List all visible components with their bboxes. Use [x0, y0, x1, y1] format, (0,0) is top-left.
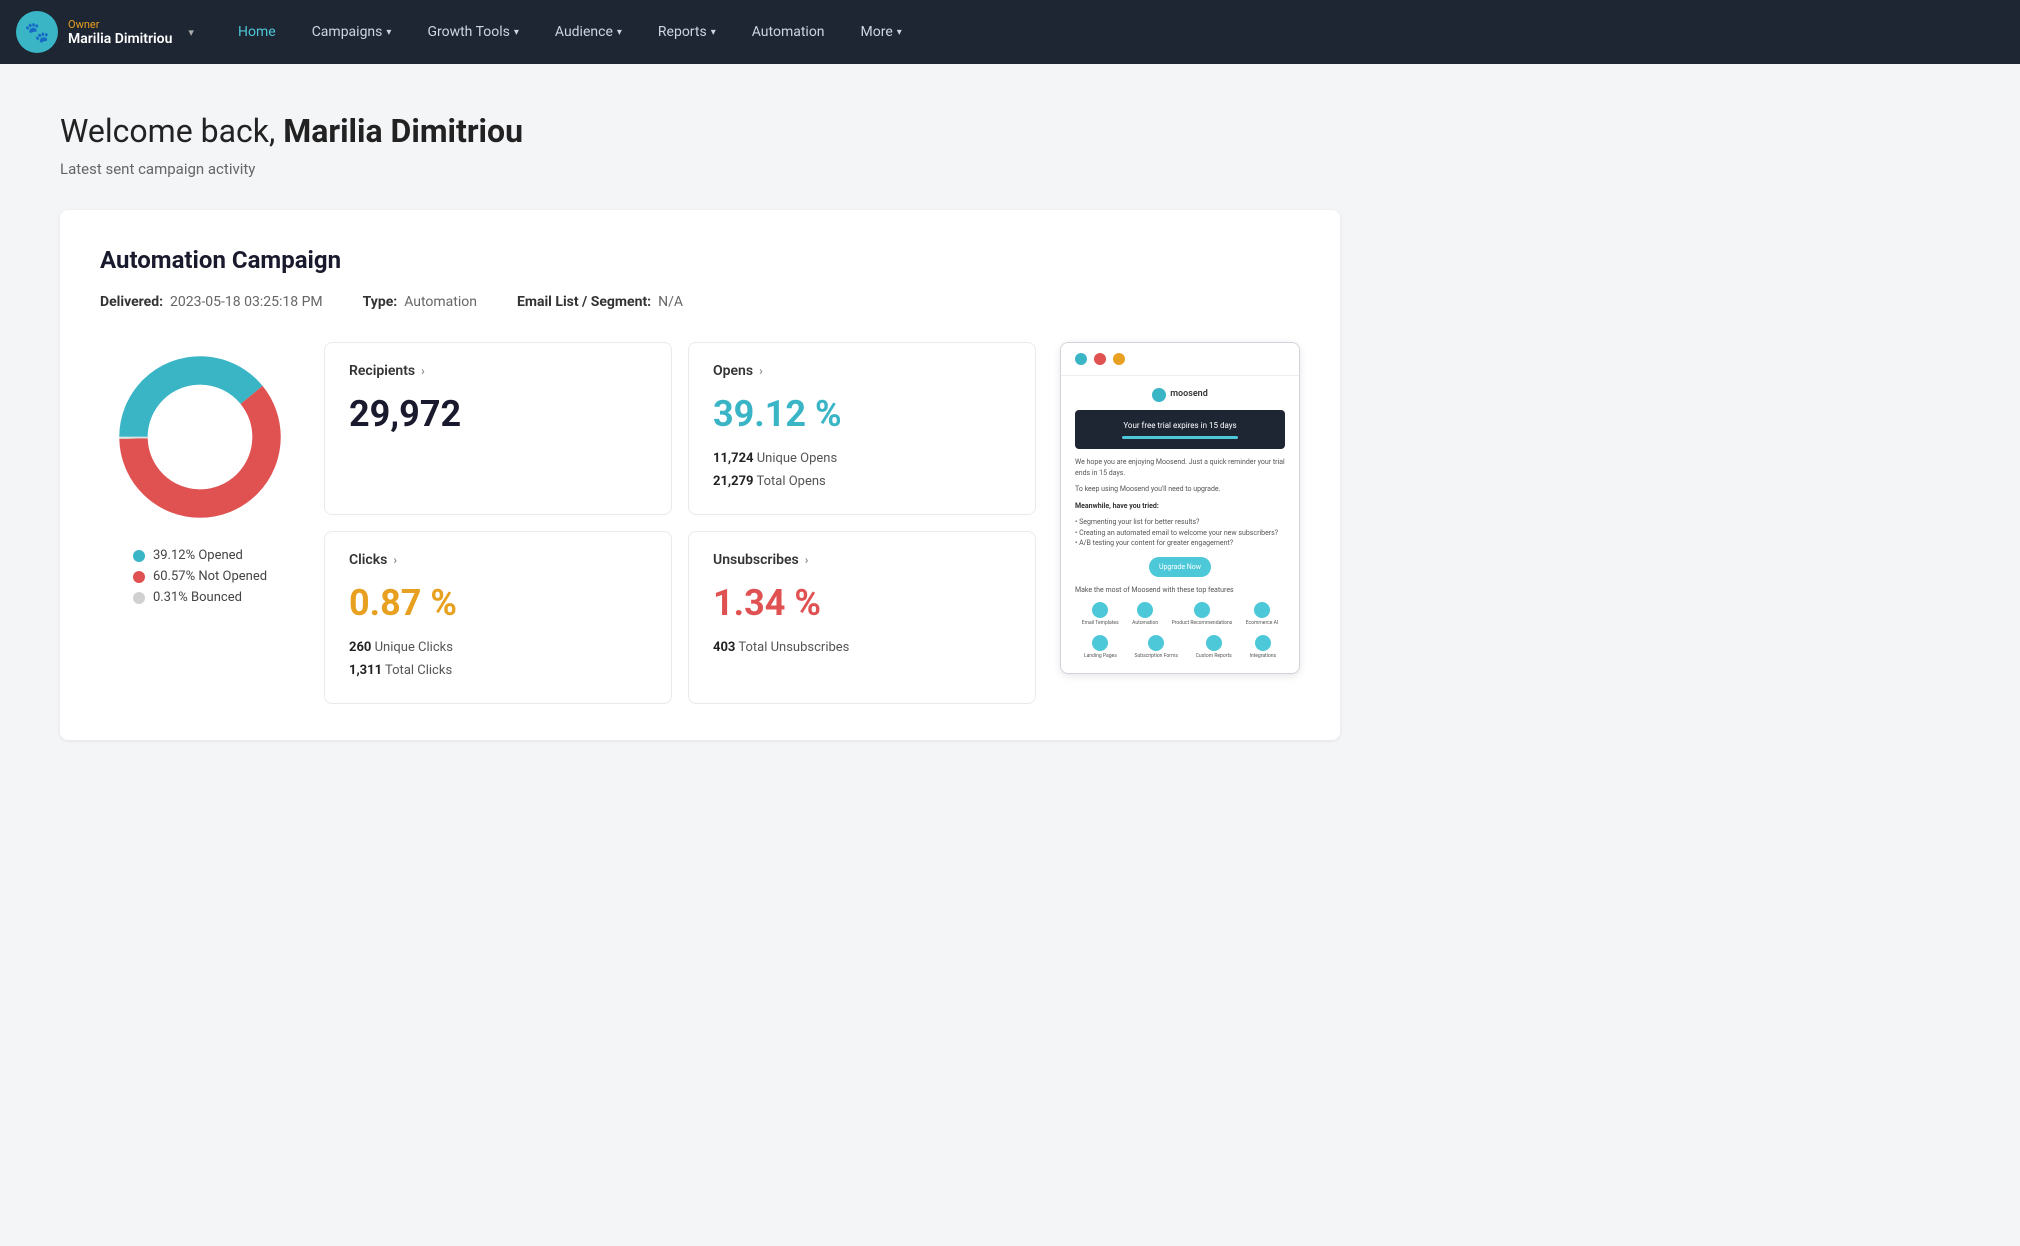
type-field: Type: Automation: [363, 294, 477, 310]
donut-legend: 39.12% Opened 60.57% Not Opened 0.31% Bo…: [133, 548, 267, 605]
templates-icon: [1092, 602, 1108, 618]
reports-arrow: ▾: [711, 27, 716, 38]
unsubscribes-sub: 403 Total Unsubscribes: [713, 636, 1011, 659]
stat-box-opens: Opens › 39.12 % 11,724 Unique Opens 21,2…: [688, 342, 1036, 515]
unsubscribes-value: 1.34 %: [713, 582, 1011, 624]
campaign-meta: Delivered: 2023-05-18 03:25:18 PM Type: …: [100, 294, 1300, 310]
delivered-field: Delivered: 2023-05-18 03:25:18 PM: [100, 294, 323, 310]
titlebar-dot-red: [1094, 353, 1106, 365]
recipients-header[interactable]: Recipients ›: [349, 363, 647, 379]
preview-icon-custom-reports: Custom Reports: [1196, 635, 1232, 661]
preview-icon-subscription: Subscription Forms: [1135, 635, 1178, 661]
donut-chart: [105, 342, 295, 532]
stats-area: 39.12% Opened 60.57% Not Opened 0.31% Bo…: [100, 342, 1300, 704]
nav-item-home[interactable]: Home: [220, 0, 294, 64]
email-preview-titlebar: [1061, 343, 1299, 376]
stat-box-recipients: Recipients › 29,972: [324, 342, 672, 515]
not-opened-dot: [133, 571, 145, 583]
campaign-card: Automation Campaign Delivered: 2023-05-1…: [60, 210, 1340, 740]
nav-item-audience[interactable]: Audience ▾: [537, 0, 640, 64]
preview-features-label: Make the most of Moosend with these top …: [1075, 585, 1285, 596]
opens-sub: 11,724 Unique Opens 21,279 Total Opens: [713, 447, 1011, 494]
preview-icon-recommendations: Product Recommendations: [1172, 602, 1233, 628]
custom-reports-icon: [1206, 635, 1222, 651]
preview-text-4: • Segmenting your list for better result…: [1075, 517, 1285, 549]
clicks-value: 0.87 %: [349, 582, 647, 624]
email-preview-body: moosend Your free trial expires in 15 da…: [1061, 376, 1299, 673]
preview-upgrade-btn[interactable]: Upgrade Now: [1149, 557, 1211, 578]
recommendations-icon: [1194, 602, 1210, 618]
nav-item-more[interactable]: More ▾: [843, 0, 920, 64]
legend-not-opened: 60.57% Not Opened: [133, 569, 267, 584]
campaign-title: Automation Campaign: [100, 246, 1300, 274]
nav-items: Home Campaigns ▾ Growth Tools ▾ Audience…: [220, 0, 2004, 64]
nav-item-automation[interactable]: Automation: [734, 0, 843, 64]
opens-header[interactable]: Opens ›: [713, 363, 1011, 379]
opens-value: 39.12 %: [713, 393, 1011, 435]
bounced-dot: [133, 592, 145, 604]
clicks-sub: 260 Unique Clicks 1,311 Total Clicks: [349, 636, 647, 683]
brand-info: Owner Marilia Dimitriou: [68, 18, 172, 47]
preview-icon-landing: Landing Pages: [1084, 635, 1117, 661]
owner-label: Owner: [68, 18, 172, 31]
opens-chevron: ›: [759, 364, 763, 378]
nav-item-reports[interactable]: Reports ▾: [640, 0, 734, 64]
preview-text-1: We hope you are enjoying Moosend. Just a…: [1075, 457, 1285, 478]
preview-banner-bar: [1122, 436, 1238, 439]
welcome-subtitle: Latest sent campaign activity: [60, 160, 1340, 178]
opened-dot: [133, 550, 145, 562]
moosend-icon: [1152, 388, 1166, 402]
automation-icon: [1137, 602, 1153, 618]
preview-icons-row: Email Templates Automation Product Recom…: [1075, 602, 1285, 628]
recipients-value: 29,972: [349, 393, 647, 435]
stat-box-clicks: Clicks › 0.87 % 260 Unique Clicks 1,311 …: [324, 531, 672, 704]
campaigns-arrow: ▾: [386, 27, 391, 38]
unsubscribes-chevron: ›: [805, 553, 809, 567]
growth-tools-arrow: ▾: [514, 27, 519, 38]
nav-brand[interactable]: 🐾 Owner Marilia Dimitriou ▾: [16, 11, 196, 53]
stat-boxes: Recipients › 29,972 Opens › 39.12 % 11,7…: [324, 342, 1036, 704]
preview-icon-templates: Email Templates: [1082, 602, 1119, 628]
ecommerce-icon: [1254, 602, 1270, 618]
welcome-heading: Welcome back, Marilia Dimitriou: [60, 112, 1340, 150]
brand-dropdown-arrow[interactable]: ▾: [188, 26, 194, 39]
page-content: Welcome back, Marilia Dimitriou Latest s…: [0, 64, 1400, 788]
preview-icon-ecommerce: Ecommerce AI: [1246, 602, 1278, 628]
legend-opened: 39.12% Opened: [133, 548, 267, 563]
nav-item-campaigns[interactable]: Campaigns ▾: [294, 0, 410, 64]
nav-item-growth-tools[interactable]: Growth Tools ▾: [409, 0, 536, 64]
clicks-header[interactable]: Clicks ›: [349, 552, 647, 568]
email-preview: moosend Your free trial expires in 15 da…: [1060, 342, 1300, 674]
unsubscribes-header[interactable]: Unsubscribes ›: [713, 552, 1011, 568]
navbar: 🐾 Owner Marilia Dimitriou ▾ Home Campaig…: [0, 0, 2020, 64]
preview-icon-integrations: Integrations: [1250, 635, 1277, 661]
legend-bounced: 0.31% Bounced: [133, 590, 267, 605]
clicks-chevron: ›: [393, 553, 397, 567]
landing-icon: [1092, 635, 1108, 651]
recipients-chevron: ›: [421, 364, 425, 378]
stat-box-unsubscribes: Unsubscribes › 1.34 % 403 Total Unsubscr…: [688, 531, 1036, 704]
audience-arrow: ▾: [617, 27, 622, 38]
donut-container: 39.12% Opened 60.57% Not Opened 0.31% Bo…: [100, 342, 300, 605]
preview-icon-automation: Automation: [1132, 602, 1158, 628]
preview-text-2: To keep using Moosend you'll need to upg…: [1075, 484, 1285, 495]
owner-name: Marilia Dimitriou: [68, 31, 172, 47]
titlebar-dot-yellow: [1113, 353, 1125, 365]
preview-banner: Your free trial expires in 15 days: [1075, 410, 1285, 449]
preview-icons-row-2: Landing Pages Subscription Forms Custom …: [1075, 635, 1285, 661]
subscription-icon: [1148, 635, 1164, 651]
more-arrow: ▾: [897, 27, 902, 38]
preview-text-3: Meanwhile, have you tried:: [1075, 501, 1285, 512]
integrations-icon: [1255, 635, 1271, 651]
titlebar-dot-teal: [1075, 353, 1087, 365]
preview-logo: moosend: [1075, 388, 1285, 402]
avatar: 🐾: [16, 11, 58, 53]
email-list-field: Email List / Segment: N/A: [517, 294, 683, 310]
